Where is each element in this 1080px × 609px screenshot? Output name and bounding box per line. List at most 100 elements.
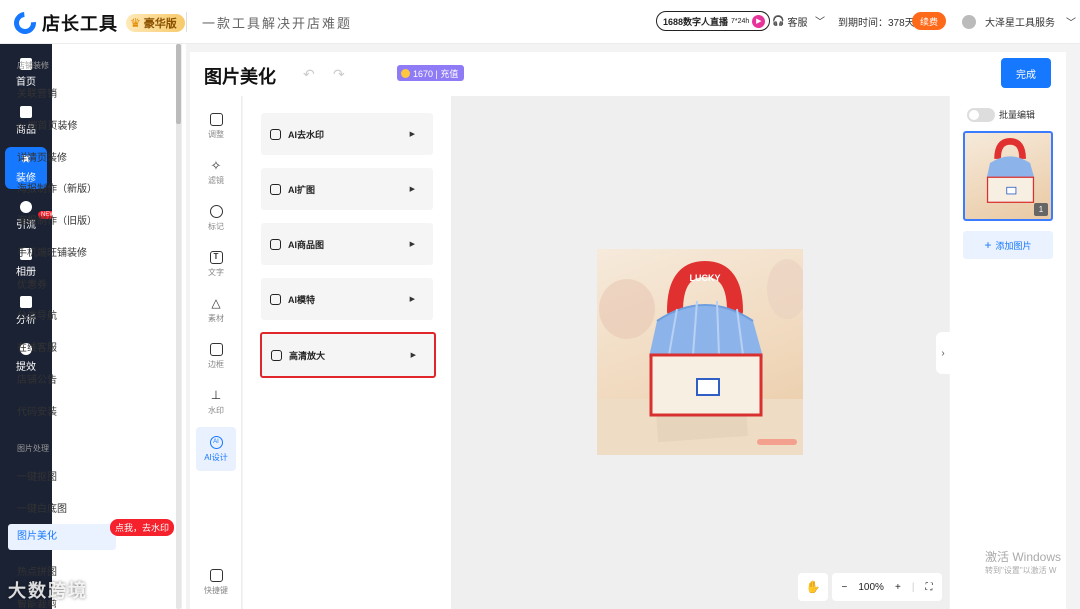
avatar — [962, 14, 976, 29]
pan-tool-button[interactable]: ✋ — [798, 573, 828, 601]
app-logo[interactable]: 店长工具 ♛ 豪华版 — [9, 7, 185, 39]
bag-illustration: LUCKY — [597, 259, 803, 455]
tool-ai-design[interactable]: AI AI设计 — [196, 427, 236, 471]
ai-card-label: AI扩图 — [288, 184, 316, 195]
subnav-item[interactable]: 分类导航 — [17, 307, 57, 322]
watermark-remove-icon — [270, 128, 281, 140]
tool-text[interactable]: T 文字 — [196, 242, 236, 286]
add-image-button[interactable]: + 添加图片 — [963, 231, 1053, 259]
play-icon: ▶ — [752, 14, 766, 28]
batch-edit-label: 批量编辑 — [999, 110, 1036, 120]
edition-label: 豪华版 — [143, 18, 177, 30]
chevron-right-icon: › — [941, 347, 945, 359]
caret-right-icon: ▶ — [410, 352, 416, 359]
done-button[interactable]: 完成 — [1001, 58, 1051, 88]
subnav-item[interactable]: pc端首页装修 — [17, 117, 78, 132]
thumbnail-index: 1 — [1034, 203, 1048, 216]
tool-adjust[interactable]: 调整 — [196, 104, 236, 148]
tool-shortcuts[interactable]: 快捷键 — [196, 560, 236, 604]
undo-icon[interactable]: ↶ — [303, 66, 315, 83]
zoom-in-icon[interactable]: + — [895, 582, 901, 593]
edition-badge: ♛ 豪华版 — [126, 14, 185, 32]
tool-label: 标记 — [208, 221, 224, 231]
ai-card-upscale[interactable]: 高清放大 ▶ — [260, 332, 436, 378]
ai-card-label: AI模特 — [288, 294, 316, 305]
tool-filter[interactable]: ✧ 滤镜 — [196, 150, 236, 194]
ai-card-label: AI商品图 — [288, 239, 325, 250]
tool-watermark[interactable]: ⊥ 水印 — [196, 380, 236, 424]
subnav-item[interactable]: 一键抠图 — [17, 468, 57, 483]
chevron-down-icon[interactable]: ﹀ — [815, 13, 825, 28]
tool-label: 快捷键 — [204, 585, 228, 595]
chevron-down-icon: ﹀ — [1066, 18, 1076, 29]
tool-label: 边框 — [208, 359, 224, 369]
add-image-label: 添加图片 — [995, 240, 1032, 251]
tool-border[interactable]: 边框 — [196, 334, 236, 378]
zoom-level: 100% — [858, 581, 884, 593]
zoom-out-icon[interactable]: − — [842, 582, 848, 593]
editor-toolbar — [190, 52, 1066, 96]
subnav-item[interactable]: 热点拼图 — [17, 563, 57, 578]
tool-label: 滤镜 — [208, 175, 224, 185]
sparkle-icon: ✧ — [210, 157, 222, 173]
user-name: 大泽星工具服务 — [985, 18, 1055, 29]
hd-icon — [271, 349, 282, 361]
service-label: 客服 — [787, 18, 808, 29]
credit-badge[interactable]: 1670 | 充值 — [397, 65, 465, 81]
ai-expand-icon — [270, 183, 281, 195]
sliders-icon — [209, 112, 223, 126]
ai-icon: AI — [209, 435, 223, 449]
subnav-item[interactable]: 关联营销 — [17, 85, 57, 100]
subnav-item[interactable]: 在线客服 — [17, 339, 57, 354]
caret-right-icon: ▶ — [409, 186, 415, 193]
ai-card-expand[interactable]: AI扩图 ▶ — [261, 168, 433, 210]
windows-activation-title: 激活 Windows — [985, 550, 1062, 564]
windows-activation-hint: 转到"设置"以激活 W — [985, 566, 1057, 575]
subnav-item[interactable]: 海报制作（旧版） — [17, 212, 97, 227]
collapse-panel-button[interactable]: › — [936, 332, 950, 374]
tool-label: 水印 — [208, 405, 224, 415]
subnav-item[interactable]: 优惠券 — [17, 276, 47, 291]
zoom-controls: − 100% + | ⛶ — [832, 573, 942, 601]
ai-card-label: 高清放大 — [289, 350, 326, 361]
subnav-item[interactable]: 海报制作（新版） — [17, 180, 97, 195]
product-photo[interactable]: LUCKY — [597, 249, 803, 455]
pin-icon — [209, 204, 223, 218]
keyboard-icon — [209, 568, 223, 582]
tool-label: 素材 — [208, 313, 224, 323]
fit-screen-icon[interactable]: ⛶ — [925, 582, 932, 593]
redo-icon[interactable]: ↷ — [333, 66, 345, 83]
tip-badge[interactable]: 点我，去水印 — [110, 519, 175, 536]
text-icon: T — [209, 250, 223, 264]
subnav-item[interactable]: 手机端旺铺装修 — [17, 244, 87, 259]
batch-edit-toggle[interactable] — [967, 108, 995, 122]
ai-product-icon — [270, 238, 281, 250]
tool-mark[interactable]: 标记 — [196, 196, 236, 240]
user-menu[interactable]: 大泽星工具服务 ﹀ — [962, 14, 1076, 29]
credit-label: 1670 | 充值 — [413, 68, 459, 79]
stamp-icon: ⊥ — [210, 387, 222, 402]
ai-card-remove-watermark[interactable]: AI去水印 ▶ — [261, 113, 433, 155]
tool-material[interactable]: △ 素材 — [196, 288, 236, 332]
renew-button[interactable]: 续费 — [912, 12, 946, 30]
subnav-item[interactable]: 店铺公告 — [17, 371, 57, 386]
page-title: 图片美化 — [204, 67, 276, 87]
subnav-item[interactable]: 一键白底图 — [17, 500, 67, 515]
ai-card-model[interactable]: AI模特 ▶ — [261, 278, 433, 320]
subnav-item-image-beautify[interactable]: 图片美化 — [8, 524, 116, 550]
caret-right-icon: ▶ — [409, 296, 415, 303]
scrollbar-track[interactable] — [176, 44, 181, 609]
expiry-text: 到期时间：378天 — [838, 18, 915, 29]
ai-card-product[interactable]: AI商品图 ▶ — [261, 223, 433, 265]
crown-icon: ♛ — [130, 16, 141, 30]
caret-right-icon: ▶ — [409, 241, 415, 248]
subnav-item[interactable]: 代码安装 — [17, 403, 57, 418]
customer-service-button[interactable]: 🎧 客服 — [772, 14, 807, 29]
scrollbar-thumb[interactable] — [176, 44, 181, 124]
live-stream-pill[interactable]: 1688数字人直播 7*24h ▶ — [656, 11, 771, 31]
section-title: 店铺装修 — [17, 61, 49, 70]
tool-label: AI设计 — [204, 452, 228, 462]
plus-icon: + — [984, 238, 992, 252]
subnav-item[interactable]: 详情页装修 — [17, 149, 67, 164]
header-divider — [186, 12, 187, 32]
